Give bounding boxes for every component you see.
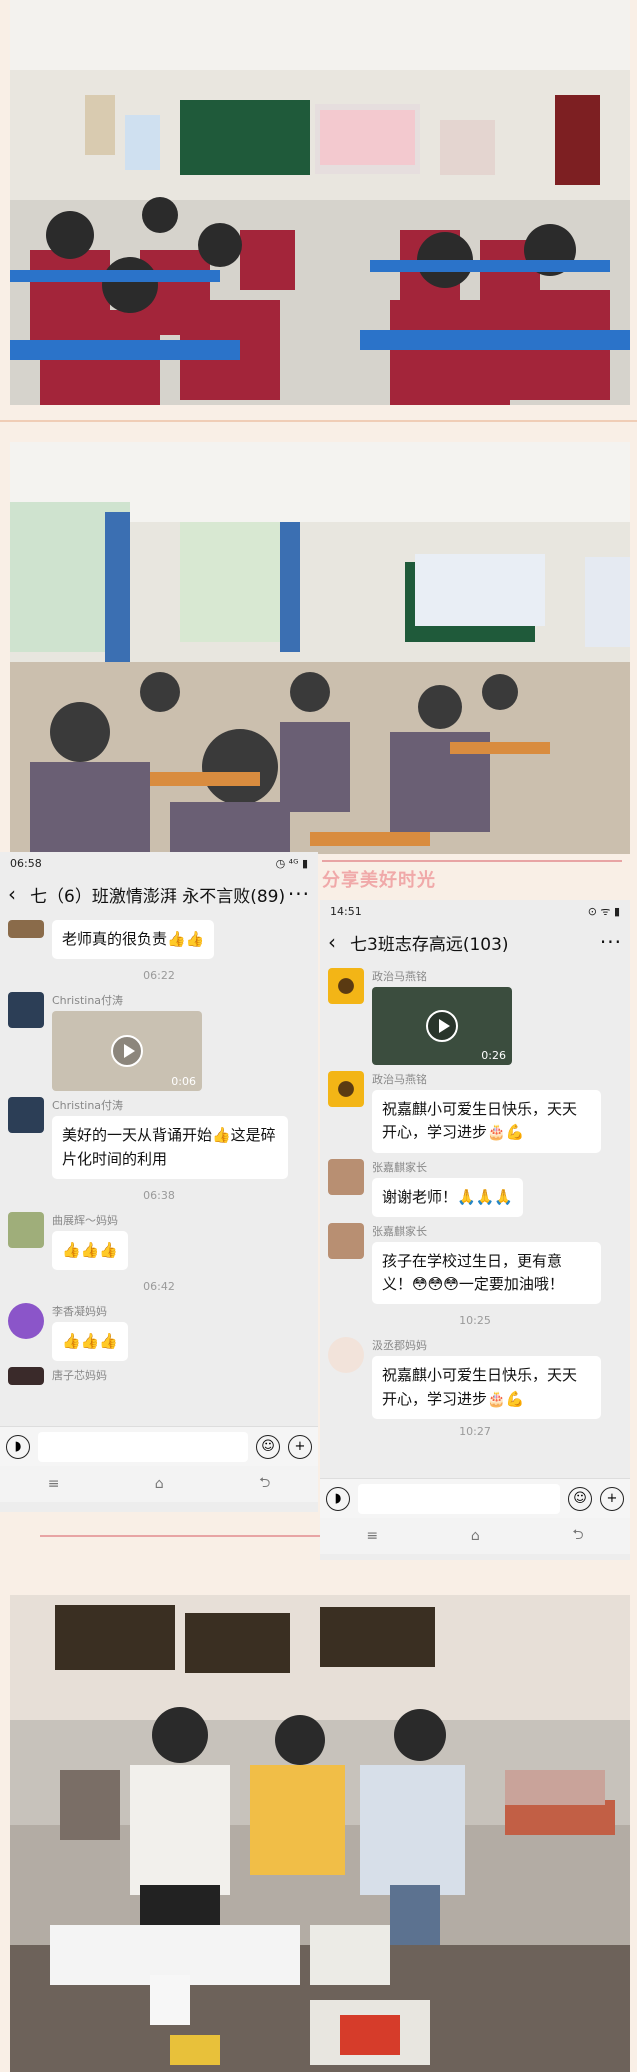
message-bubble[interactable]: 老师真的很负责👍👍 bbox=[52, 920, 215, 960]
chat-title-bar: ‹ 七3班志存高远(103) ··· bbox=[320, 922, 630, 962]
sunflower-avatar[interactable] bbox=[328, 968, 364, 1004]
message-bubble[interactable]: 祝嘉麒小可爱生日快乐，天天开心，学习进步🎂💪 bbox=[372, 1356, 602, 1419]
avatar[interactable] bbox=[328, 1337, 364, 1374]
right-chat-screenshot: 14:51 ⊙ ᯤ ▮ ‹ 七3班志存高远(103) ··· 政治马燕铭 0:2… bbox=[320, 900, 630, 1560]
status-time: 14:51 bbox=[330, 904, 362, 918]
left-chat-screenshot: 06:58 ◷ ⁴ᴳ ▮ ‹ 七（6）班激情澎湃 永不言败(89) ··· 老师… bbox=[0, 852, 318, 1512]
home-visit-photo bbox=[10, 1595, 630, 2072]
chat-input-bar: ◗ ☺ + bbox=[0, 1426, 318, 1466]
message-item: 唐子芯妈妈 bbox=[8, 1367, 310, 1386]
status-bar: 14:51 ⊙ ᯤ ▮ bbox=[320, 900, 630, 922]
home-nav-icon[interactable]: ⌂ bbox=[471, 1528, 480, 1544]
sender-name: 李香凝妈妈 bbox=[52, 1305, 107, 1318]
status-icons: ◷ ⁴ᴳ ▮ bbox=[275, 856, 308, 870]
sender-name: 张嘉麒家长 bbox=[372, 1224, 427, 1238]
emoji-icon[interactable]: ☺ bbox=[568, 1486, 592, 1511]
menu-nav-icon[interactable]: ≡ bbox=[48, 1476, 60, 1492]
video-duration: 0:06 bbox=[171, 1075, 196, 1089]
avatar[interactable] bbox=[328, 1222, 364, 1259]
message-item: 政治马燕铭 祝嘉麒小可爱生日快乐，天天开心，学习进步🎂💪 bbox=[328, 1071, 622, 1153]
message-bubble[interactable]: 👍👍👍 bbox=[52, 1322, 129, 1362]
more-icon[interactable]: ··· bbox=[600, 930, 622, 954]
avatar[interactable] bbox=[8, 992, 44, 1029]
divider bbox=[40, 1535, 320, 1537]
sunflower-avatar[interactable] bbox=[328, 1071, 364, 1107]
message-list: 老师真的很负责👍👍 06:22 Christina付涛 0:06 Christi… bbox=[0, 920, 318, 1386]
play-icon[interactable] bbox=[111, 1035, 143, 1068]
back-icon[interactable]: ‹ bbox=[328, 930, 350, 954]
video-message[interactable]: 0:06 bbox=[52, 1011, 202, 1092]
back-nav-icon[interactable]: ⮌ bbox=[572, 1524, 583, 1548]
chat-title: 七3班志存高远(103) bbox=[350, 934, 509, 955]
avatar[interactable] bbox=[8, 920, 44, 938]
back-nav-icon[interactable]: ⮌ bbox=[259, 1472, 270, 1496]
message-bubble[interactable]: 美好的一天从背诵开始👍这是碎片化时间的利用 bbox=[52, 1116, 288, 1179]
article-page: 分享美好时光 06:58 ◷ ⁴ᴳ ▮ ‹ 七（6）班激情澎湃 永不言败(89)… bbox=[0, 0, 637, 2072]
play-icon[interactable] bbox=[426, 1010, 458, 1042]
sender-name: 政治马燕铭 bbox=[372, 970, 427, 983]
sender-name: 张嘉麒家长 bbox=[372, 1160, 427, 1174]
divider bbox=[0, 420, 637, 422]
sender-name: Christina付涛 bbox=[52, 1099, 124, 1113]
voice-icon[interactable]: ◗ bbox=[6, 1434, 30, 1459]
classroom-students-photo bbox=[10, 0, 630, 405]
video-duration: 0:26 bbox=[481, 1049, 506, 1062]
message-input[interactable] bbox=[358, 1483, 560, 1514]
message-list: 政治马燕铭 0:26 政治马燕铭 祝嘉麒小可爱生日快乐，天天开心，学习进步🎂💪 bbox=[320, 968, 630, 1438]
message-item: 张嘉麒家长 谢谢老师！🙏🙏🙏 bbox=[328, 1158, 622, 1217]
video-message[interactable]: 0:26 bbox=[372, 987, 512, 1065]
divider bbox=[322, 860, 622, 862]
add-icon[interactable]: + bbox=[600, 1486, 624, 1511]
chat-title-bar: ‹ 七（6）班激情澎湃 永不言败(89) ··· bbox=[0, 874, 318, 914]
emoji-icon[interactable]: ☺ bbox=[256, 1434, 280, 1459]
chat-title: 七（6）班激情澎湃 永不言败(89) bbox=[30, 886, 286, 907]
system-nav-bar: ≡ ⌂ ⮌ bbox=[0, 1466, 318, 1502]
share-title: 分享美好时光 bbox=[322, 870, 436, 891]
system-nav-bar: ≡ ⌂ ⮌ bbox=[320, 1518, 630, 1554]
parents-meeting-photo bbox=[10, 442, 630, 854]
add-icon[interactable]: + bbox=[288, 1434, 312, 1459]
timestamp: 06:42 bbox=[143, 1280, 175, 1293]
avatar[interactable] bbox=[328, 1158, 364, 1195]
status-bar: 06:58 ◷ ⁴ᴳ ▮ bbox=[0, 852, 318, 874]
message-item: 张嘉麒家长 孩子在学校过生日，更有意义！😳😳😳一定要加油哦！ bbox=[328, 1222, 622, 1305]
timestamp: 10:27 bbox=[459, 1424, 491, 1438]
message-item: Christina付涛 0:06 bbox=[8, 992, 310, 1092]
status-time: 06:58 bbox=[10, 856, 42, 870]
sender-name: Christina付涛 bbox=[52, 994, 124, 1008]
chat-input-bar: ◗ ☺ + bbox=[320, 1478, 630, 1518]
timestamp: 10:25 bbox=[459, 1314, 491, 1328]
message-item: 老师真的很负责👍👍 bbox=[8, 920, 310, 960]
message-item: Christina付涛 美好的一天从背诵开始👍这是碎片化时间的利用 bbox=[8, 1097, 310, 1179]
status-icons: ⊙ ᯤ ▮ bbox=[587, 904, 620, 918]
message-bubble[interactable]: 祝嘉麒小可爱生日快乐，天天开心，学习进步🎂💪 bbox=[372, 1090, 602, 1153]
sender-name: 汲丞郡妈妈 bbox=[372, 1339, 427, 1353]
message-bubble[interactable]: 谢谢老师！🙏🙏🙏 bbox=[372, 1177, 524, 1217]
timestamp: 06:22 bbox=[143, 969, 175, 983]
sender-name: 唐子芯妈妈 bbox=[52, 1369, 107, 1383]
back-icon[interactable]: ‹ bbox=[8, 882, 30, 906]
message-item: 李香凝妈妈 👍👍👍 bbox=[8, 1303, 310, 1362]
voice-icon[interactable]: ◗ bbox=[326, 1486, 350, 1511]
message-input[interactable] bbox=[38, 1431, 248, 1462]
avatar[interactable] bbox=[8, 1097, 44, 1134]
avatar[interactable] bbox=[8, 1303, 44, 1339]
sender-name: 政治马燕铭 bbox=[372, 1073, 427, 1086]
message-item: 曲展辉～妈妈 👍👍👍 bbox=[8, 1211, 310, 1270]
timestamp: 06:38 bbox=[143, 1188, 175, 1202]
home-nav-icon[interactable]: ⌂ bbox=[155, 1476, 164, 1492]
avatar[interactable] bbox=[8, 1211, 44, 1248]
more-icon[interactable]: ··· bbox=[288, 882, 310, 906]
sender-name: 曲展辉～妈妈 bbox=[52, 1213, 118, 1227]
message-item: 政治马燕铭 0:26 bbox=[328, 968, 622, 1065]
message-bubble[interactable]: 孩子在学校过生日，更有意义！😳😳😳一定要加油哦！ bbox=[372, 1241, 602, 1305]
message-item: 汲丞郡妈妈 祝嘉麒小可爱生日快乐，天天开心，学习进步🎂💪 bbox=[328, 1337, 622, 1419]
message-bubble[interactable]: 👍👍👍 bbox=[52, 1230, 129, 1270]
avatar[interactable] bbox=[8, 1367, 44, 1386]
menu-nav-icon[interactable]: ≡ bbox=[366, 1528, 378, 1544]
